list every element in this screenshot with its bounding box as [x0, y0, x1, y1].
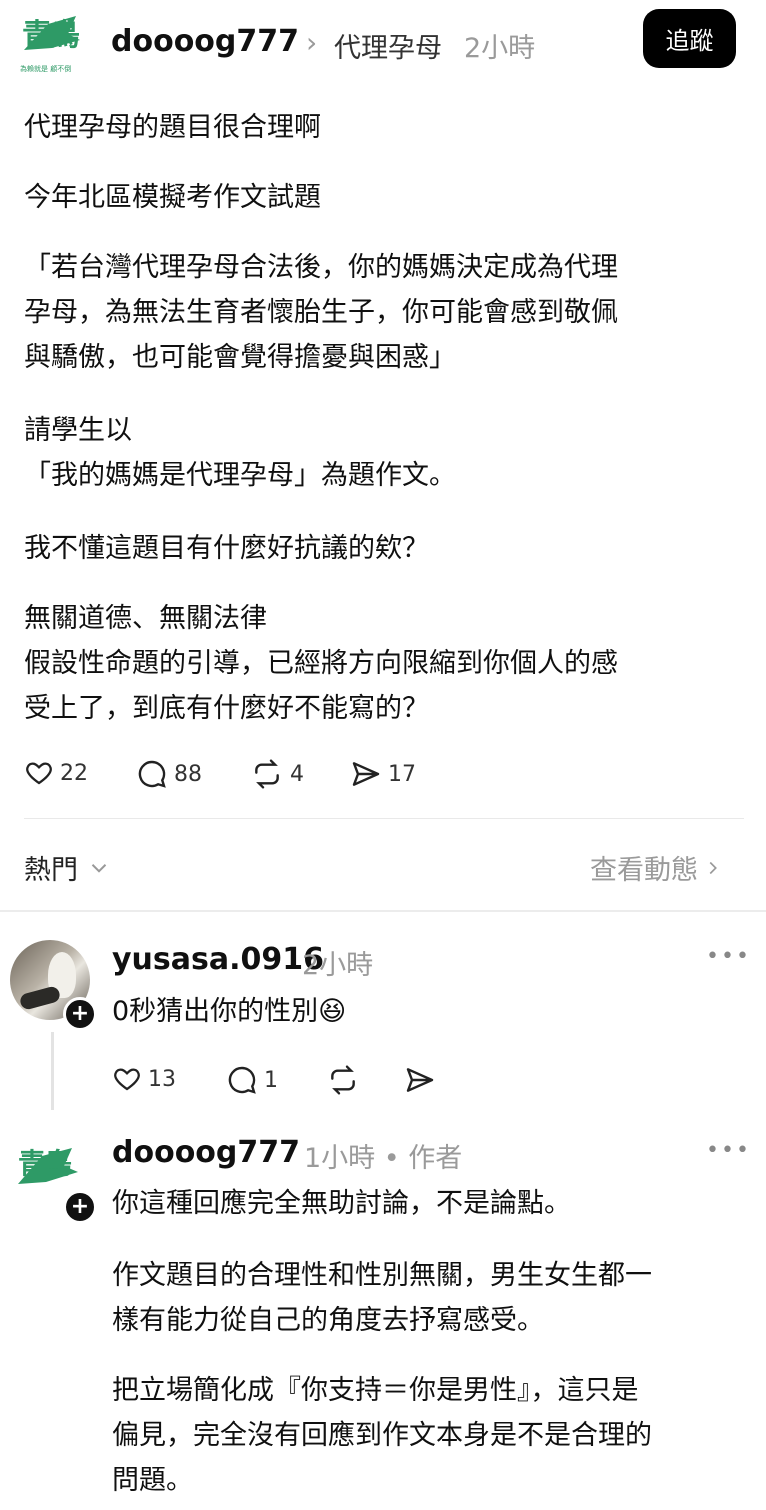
- thread-line: [51, 1032, 54, 1110]
- view-activity-link[interactable]: 查看動態: [590, 848, 724, 887]
- send-icon: [352, 762, 380, 786]
- heart-icon: [26, 762, 52, 785]
- repost-icon: [331, 1065, 355, 1095]
- post-paragraph: 請學生以 「我的媽媽是代理孕母」為題作文。: [24, 415, 456, 491]
- reply-repost-button[interactable]: [326, 1064, 366, 1096]
- logo-text: 青鳥: [18, 1147, 72, 1180]
- repost-icon: [255, 759, 279, 789]
- repost-button[interactable]: 4: [250, 758, 304, 790]
- post-time: 2小時: [464, 33, 536, 64]
- section-divider: [0, 910, 766, 912]
- reply-author-name[interactable]: yusasa.0916: [112, 942, 324, 977]
- post-paragraph: 無關道德、無關法律 假設性命題的引導，已經將方向限縮到你個人的感 受上了，到底有…: [24, 603, 618, 724]
- logo-text: 青鳥: [22, 18, 80, 53]
- author-avatar-logo[interactable]: 青鳥 為賴就是 顧不倒: [18, 10, 90, 74]
- reply-comment-button[interactable]: 1: [226, 1064, 278, 1096]
- reply-like-button[interactable]: 13: [112, 1064, 176, 1094]
- reply-text: 0秒猜出你的性別😆: [112, 996, 347, 1027]
- post-author-name[interactable]: doooog777: [111, 24, 299, 59]
- post-paragraph: 「若台灣代理孕母合法後，你的媽媽決定成為代理 孕母，為無法生育者懷胎生子，你可能…: [24, 252, 618, 373]
- post-paragraph: 代理孕母的題目很合理啊: [24, 112, 321, 143]
- share-button[interactable]: 17: [350, 758, 416, 790]
- logo-caption: 為賴就是 顧不倒: [20, 65, 72, 73]
- reply-text: 把立場簡化成『你支持＝你是男性』，這只是 偏見，完全沒有回應到作文本身是不是合理…: [112, 1375, 652, 1496]
- more-options-icon[interactable]: •••: [706, 944, 751, 969]
- reply-author-name[interactable]: doooog777: [112, 1135, 300, 1170]
- reply-time: 1小時 • 作者: [304, 1143, 463, 1174]
- like-count: 22: [60, 760, 88, 786]
- chevron-right-icon: ›: [306, 26, 318, 59]
- comment-bubble-icon: [138, 760, 166, 788]
- share-count: 17: [388, 761, 416, 787]
- follow-button[interactable]: 追蹤: [643, 9, 736, 68]
- comment-count: 88: [174, 761, 202, 787]
- repost-count: 4: [290, 761, 304, 787]
- chevron-right-icon: [709, 861, 717, 874]
- reply-share-button[interactable]: [404, 1064, 442, 1096]
- follow-plus-icon[interactable]: +: [63, 997, 97, 1031]
- comment-bubble-icon: [228, 1066, 256, 1094]
- post-topic[interactable]: 代理孕母: [334, 26, 442, 65]
- view-activity-label: 查看動態: [590, 855, 698, 886]
- reply-comment-count: 1: [264, 1067, 278, 1093]
- post-paragraph: 今年北區模擬考作文試題: [24, 182, 321, 213]
- reply-text: 作文題目的合理性和性別無關，男生女生都一 樣有能力從自己的角度去抒寫感受。: [112, 1260, 652, 1336]
- sort-dropdown[interactable]: 熱門: [24, 848, 112, 887]
- more-options-icon[interactable]: •••: [706, 1138, 751, 1163]
- comment-button[interactable]: 88: [136, 758, 202, 790]
- author-tag: 作者: [408, 1143, 463, 1174]
- heart-icon: [114, 1068, 140, 1091]
- sort-label: 熱門: [24, 855, 78, 886]
- send-icon: [406, 1068, 434, 1092]
- divider: [24, 818, 744, 819]
- like-button[interactable]: 22: [24, 758, 88, 788]
- reply-like-count: 13: [148, 1066, 176, 1092]
- reply-time: 2小時: [302, 950, 374, 981]
- reply-text: 你這種回應完全無助討論，不是論點。: [112, 1188, 571, 1219]
- chevron-down-icon: [91, 863, 107, 873]
- follow-plus-icon[interactable]: +: [63, 1190, 97, 1224]
- post-paragraph: 我不懂這題目有什麼好抗議的欸？: [24, 533, 429, 564]
